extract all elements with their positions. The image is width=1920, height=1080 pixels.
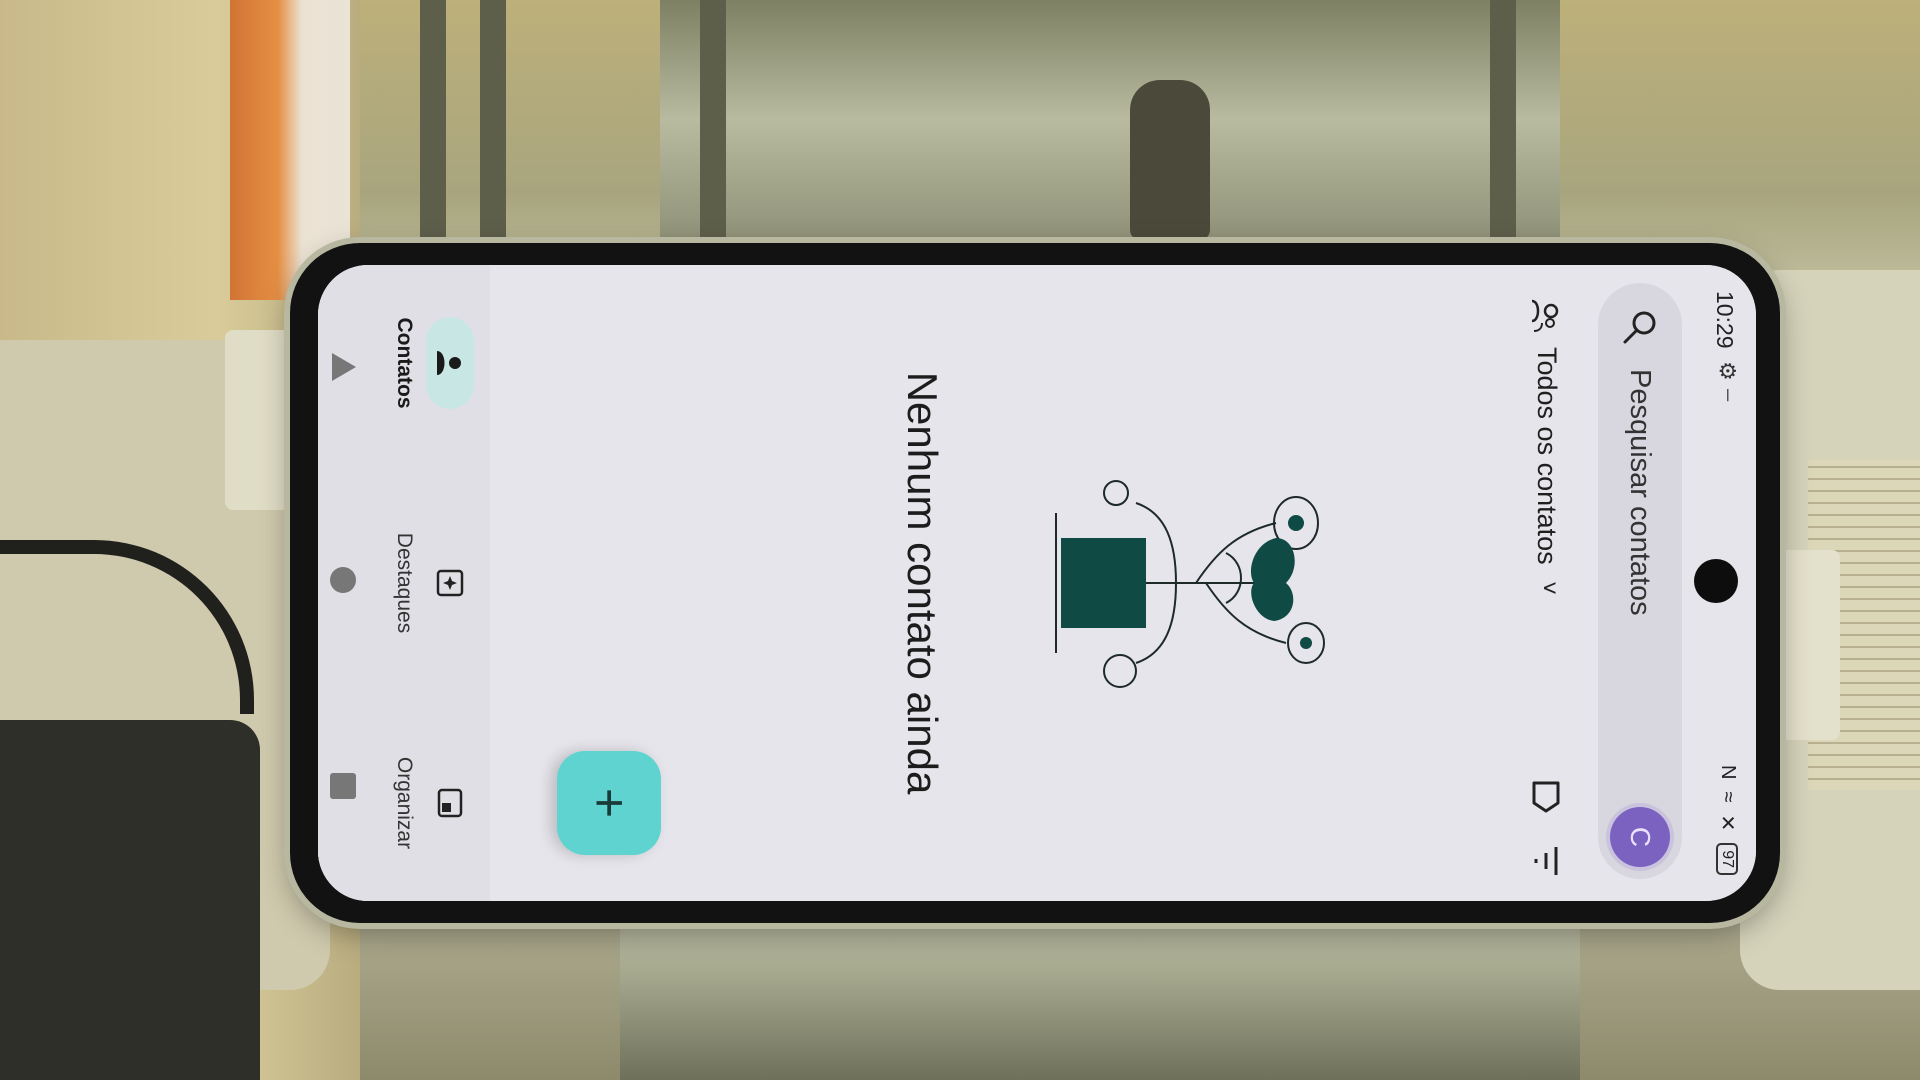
nav-item-contatos[interactable]: Contatos xyxy=(354,273,474,453)
recents-icon[interactable] xyxy=(330,773,356,799)
organize-icon xyxy=(437,788,463,818)
search-bar[interactable]: Pesquisar contatos C xyxy=(1598,283,1682,879)
chevron-down-icon[interactable]: ˅ xyxy=(1534,581,1562,595)
person-icon xyxy=(437,351,461,375)
phone-clamp-right xyxy=(1780,550,1840,740)
account-avatar[interactable]: C xyxy=(1610,807,1670,867)
nav-label: Organizar xyxy=(393,756,416,850)
status-time: 10:29 xyxy=(1712,291,1738,349)
background-post xyxy=(1490,0,1516,240)
nav-label: Destaques xyxy=(393,532,416,634)
robot-base xyxy=(0,720,260,1080)
account-filter-dropdown[interactable]: Todos os contatos xyxy=(1531,347,1562,565)
nav-label: Contatos xyxy=(393,317,416,409)
status-dash: – xyxy=(1717,389,1742,402)
phone-device: 10:29 ⚙ – N ≈ ✕ 97 Pesquisar contatos C xyxy=(290,243,1780,923)
signal-off-icon: ✕ xyxy=(1716,814,1738,832)
status-bar: 10:29 ⚙ – N ≈ ✕ 97 xyxy=(1694,265,1756,901)
background-post xyxy=(420,0,446,240)
background-corridor xyxy=(660,0,1560,240)
nav-pill xyxy=(426,757,474,849)
add-contact-button[interactable]: + xyxy=(557,751,661,855)
nav-item-organizar[interactable]: Organizar xyxy=(354,713,474,893)
settings-status-icon: ⚙ xyxy=(1715,361,1740,381)
background-corridor-bottom xyxy=(620,900,1580,1080)
sparkle-icon xyxy=(436,569,464,597)
empty-state-message: Nenhum contato ainda xyxy=(899,371,946,795)
background-post xyxy=(480,0,506,240)
phone-clamp-left xyxy=(225,330,295,510)
empty-state-illustration xyxy=(1055,480,1325,688)
filter-row: Todos os contatos ˅ xyxy=(1510,265,1580,901)
people-icon xyxy=(1531,299,1559,332)
nfc-icon: N xyxy=(1717,765,1739,780)
wifi-icon: ≈ xyxy=(1717,791,1739,803)
system-navigation xyxy=(318,265,364,901)
status-right-icons: N ≈ ✕ 97 xyxy=(1715,765,1740,875)
battery-level: 97 xyxy=(1716,843,1739,875)
phone-screen: 10:29 ⚙ – N ≈ ✕ 97 Pesquisar contatos C xyxy=(318,265,1756,901)
home-icon[interactable] xyxy=(330,567,356,593)
search-placeholder: Pesquisar contatos xyxy=(1624,369,1656,616)
nav-pill-active xyxy=(426,317,474,409)
contacts-app: 10:29 ⚙ – N ≈ ✕ 97 Pesquisar contatos C xyxy=(318,265,1756,901)
front-camera xyxy=(1694,559,1738,603)
sort-icon[interactable] xyxy=(1526,843,1566,879)
nav-pill xyxy=(426,537,474,629)
nav-item-destaques[interactable]: Destaques xyxy=(354,493,474,673)
back-icon[interactable] xyxy=(332,353,356,381)
label-icon[interactable] xyxy=(1526,777,1566,817)
background-person xyxy=(1130,80,1210,240)
search-icon xyxy=(1623,311,1656,344)
background-post xyxy=(700,0,726,240)
